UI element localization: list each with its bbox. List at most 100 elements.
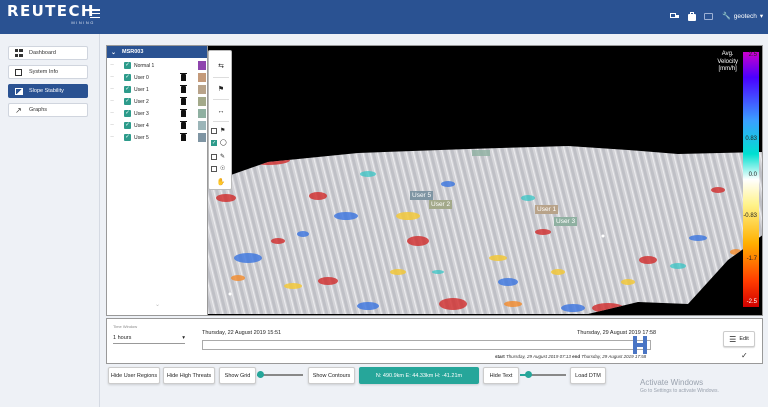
legend-tick: 2.5 — [748, 52, 757, 58]
layer-checkbox[interactable]: ✓ — [124, 86, 131, 93]
sidebar-item-label: Slope Stability — [29, 88, 64, 94]
checkbox[interactable] — [211, 153, 217, 160]
layer-checkbox[interactable]: ✓ — [124, 134, 131, 141]
grid-opacity-slider[interactable] — [257, 371, 303, 378]
sidebar-item-system-info[interactable]: System Info — [8, 65, 88, 79]
grid-icon — [14, 48, 23, 58]
layer-checkbox[interactable]: ✓ — [124, 98, 131, 105]
layer-label: User 1 — [134, 87, 149, 93]
truck-icon[interactable] — [670, 12, 680, 21]
layer-color-swatch[interactable] — [198, 97, 206, 106]
slope-map-canvas[interactable]: User 5 User 2 User 1 User 3 Avg. Velocit… — [208, 46, 762, 315]
text-size-slider[interactable] — [520, 371, 566, 378]
trash-icon[interactable] — [180, 121, 187, 129]
layer-color-swatch[interactable] — [198, 121, 206, 130]
sidebar-item-dashboard[interactable]: Dashboard — [8, 46, 88, 60]
chevron-down-icon: ▾ — [759, 13, 764, 20]
flag-icon[interactable]: ⚑ — [209, 82, 233, 96]
trash-icon[interactable] — [180, 97, 187, 105]
top-header: REUTECH MINING 🔧 geotech ▾ — [0, 0, 768, 34]
layer-row-normal-1[interactable]: ∼ ✓ Normal 1 — [107, 60, 207, 71]
selected-range: start Thursday, 29 August 2019 07:13 end… — [495, 354, 646, 359]
sidebar-item-label: System Info — [29, 69, 59, 75]
hamburger-menu-icon[interactable] — [90, 9, 100, 19]
layer-row-user-4[interactable]: ∼ ✓ User 4 — [107, 120, 207, 131]
logo-text: REUTECH — [7, 2, 95, 20]
sparkline-icon: ∼ — [110, 110, 115, 116]
edit-label: Edit — [739, 336, 749, 342]
layer-row-user-2[interactable]: ∼ ✓ User 2 — [107, 96, 207, 107]
map-tag-user-5[interactable]: User 5 — [410, 191, 434, 200]
marker-toggle[interactable]: ☉ — [211, 164, 232, 173]
sparkline-icon: ∼ — [110, 86, 115, 92]
watermark-subtitle: Go to Settings to activate Windows. — [640, 388, 719, 394]
hide-user-regions-button[interactable]: Hide User Regions — [108, 367, 160, 384]
legend-tick: 0.0 — [748, 172, 757, 178]
layer-row-user-1[interactable]: ∼ ✓ User 1 — [107, 84, 207, 95]
time-window-select[interactable]: 1 hours ▾ — [113, 333, 185, 344]
trash-icon[interactable] — [180, 85, 187, 93]
swap-icon[interactable]: ⇆ — [209, 59, 233, 73]
bag-icon[interactable] — [688, 12, 698, 21]
trash-icon[interactable] — [180, 73, 187, 81]
chevron-down-icon[interactable]: ⌄ — [155, 301, 160, 308]
map-tag-user-1[interactable]: User 1 — [535, 205, 559, 214]
time-window-panel: Time Window 1 hours ▾ Thursday, 22 Augus… — [106, 318, 763, 364]
timeline-start-date: Thursday, 22 August 2019 15:51 — [202, 330, 282, 336]
layer-row-user-3[interactable]: ∼ ✓ User 3 — [107, 108, 207, 119]
layer-color-swatch[interactable] — [198, 73, 206, 82]
layer-color-swatch[interactable] — [198, 61, 206, 70]
layer-row-user-5[interactable]: ∼ ✓ User 5 — [107, 132, 207, 143]
time-window-value: 1 hours — [113, 335, 132, 341]
pencil-icon: ✎ — [220, 154, 226, 160]
slope-surface — [208, 146, 762, 314]
layer-color-swatch[interactable] — [198, 85, 206, 94]
chevron-down-icon: ⌄ — [111, 49, 117, 56]
draw-toggle[interactable]: ✎ — [211, 152, 232, 161]
layer-label: User 2 — [134, 99, 149, 105]
checkbox[interactable]: ✓ — [211, 139, 217, 146]
map-tag-user-3[interactable]: User 3 — [554, 217, 578, 226]
trash-icon[interactable] — [180, 133, 187, 141]
timeline-track[interactable] — [202, 340, 651, 350]
checkbox[interactable] — [211, 165, 217, 172]
timeline-range-handle[interactable] — [633, 336, 647, 354]
layer-panel-header[interactable]: ⌄ MSR003 — [107, 46, 207, 58]
hide-text-button[interactable]: Hide Text — [483, 367, 519, 384]
layer-label: User 4 — [134, 123, 149, 129]
edit-button[interactable]: ☰ Edit — [723, 331, 755, 347]
pan-hand-icon[interactable]: ✋ — [209, 175, 233, 189]
trash-icon[interactable] — [180, 109, 187, 117]
layer-row-user-0[interactable]: ∼ ✓ User 0 — [107, 72, 207, 83]
show-grid-button[interactable]: Show Grid — [219, 367, 256, 384]
legend-title-line: [mm/h] — [718, 66, 737, 72]
layer-color-swatch[interactable] — [198, 109, 206, 118]
sidebar-item-label: Dashboard — [29, 50, 56, 56]
layer-color-swatch[interactable] — [198, 133, 206, 142]
measure-icon[interactable]: ↔ — [209, 104, 233, 118]
show-contours-button[interactable]: Show Contours — [308, 367, 355, 384]
user-menu[interactable]: 🔧 geotech ▾ — [722, 12, 764, 21]
map-tag-user-2[interactable]: User 2 — [429, 200, 453, 209]
flag-toggle[interactable]: ⚑ — [211, 126, 232, 135]
load-dtm-button[interactable]: Load DTM — [570, 367, 606, 384]
hide-high-threats-button[interactable]: Hide High Threats — [163, 367, 215, 384]
alarm-toggle[interactable]: ✓ ◯ — [211, 138, 232, 147]
layer-panel: ⌄ MSR003 ∼ ✓ Normal 1 ∼ ✓ User 0 ∼ ✓ Use… — [107, 46, 208, 315]
layer-checkbox[interactable]: ✓ — [124, 110, 131, 117]
flag-icon: ⚑ — [220, 128, 226, 134]
checkbox[interactable] — [211, 127, 217, 134]
layer-checkbox[interactable]: ✓ — [124, 122, 131, 129]
activation-watermark: Activate Windows Go to Settings to activ… — [640, 378, 719, 394]
sidebar: Dashboard System Info Slope Stability ↗ … — [0, 34, 100, 407]
layer-checkbox[interactable]: ✓ — [124, 62, 131, 69]
legend-title: Avg. Velocity [mm/h] — [717, 51, 738, 74]
sidebar-item-graphs[interactable]: ↗ Graphs — [8, 103, 88, 117]
sparkline-icon: ∼ — [110, 62, 115, 68]
layer-checkbox[interactable]: ✓ — [124, 74, 131, 81]
chat-icon[interactable] — [704, 12, 714, 21]
checkmark-icon[interactable]: ✓ — [741, 351, 748, 360]
sidebar-item-slope-stability[interactable]: Slope Stability — [8, 84, 88, 98]
layer-label: Normal 1 — [134, 63, 155, 69]
tune-icon: ☰ — [729, 334, 737, 344]
